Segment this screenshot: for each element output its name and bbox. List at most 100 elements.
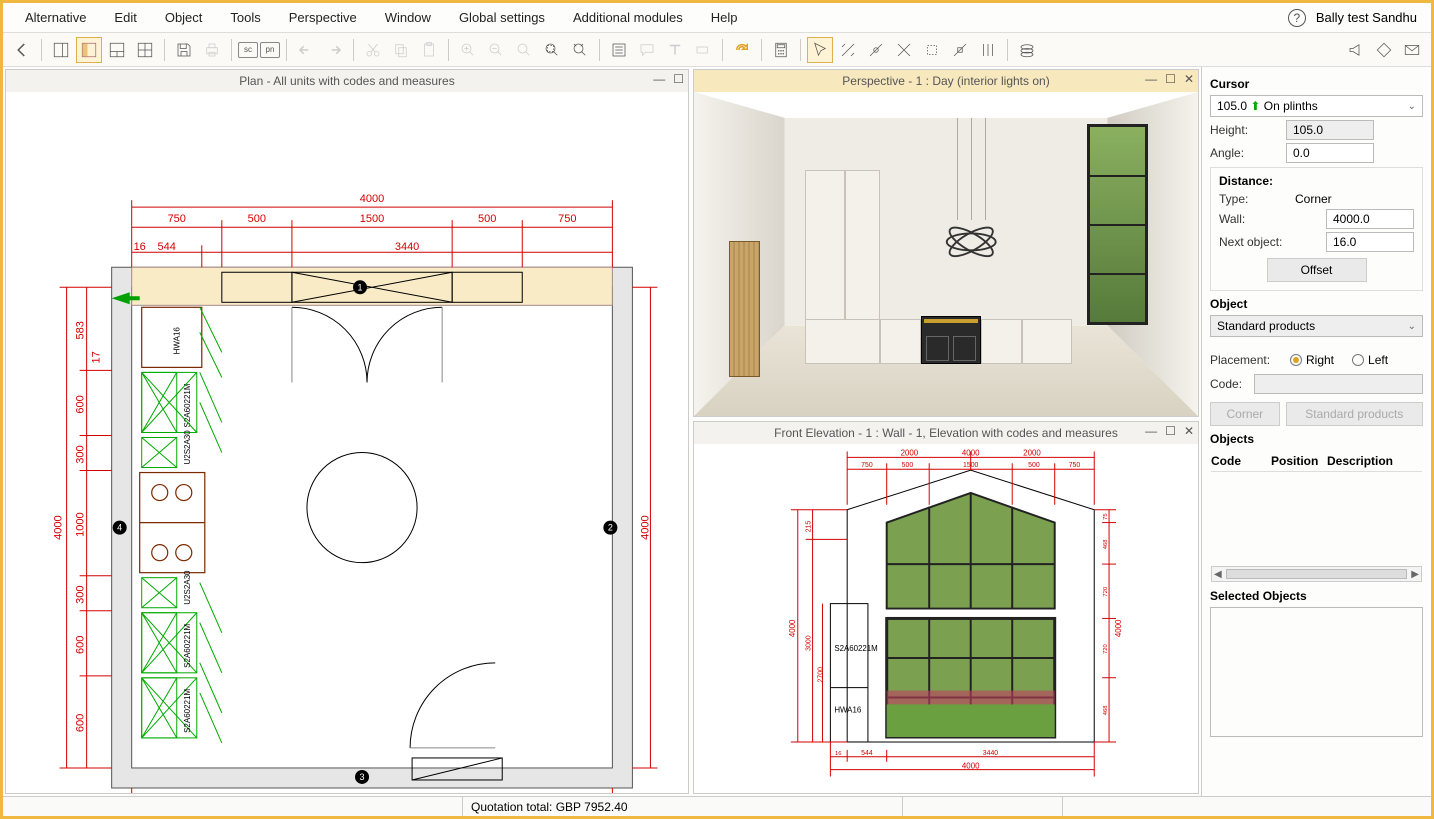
- back-icon[interactable]: [9, 37, 35, 63]
- wall-input[interactable]: [1326, 209, 1414, 229]
- elevation-viewport[interactable]: S2A60221M HWA16 2000 2000 4: [694, 444, 1198, 793]
- menu-object[interactable]: Object: [151, 10, 217, 25]
- sc-tag-icon[interactable]: sc: [238, 42, 258, 58]
- menu-window[interactable]: Window: [371, 10, 445, 25]
- calculator-icon[interactable]: [768, 37, 794, 63]
- plan-panel: Plan - All units with codes and measures…: [5, 69, 689, 794]
- view-1-icon[interactable]: [48, 37, 74, 63]
- view-3-icon[interactable]: [104, 37, 130, 63]
- tag-icon[interactable]: [1371, 37, 1397, 63]
- minimize-icon[interactable]: —: [1145, 72, 1157, 86]
- svg-text:600: 600: [75, 395, 87, 413]
- cut-icon[interactable]: [360, 37, 386, 63]
- mail-icon[interactable]: [1399, 37, 1425, 63]
- selected-objects-box[interactable]: [1210, 607, 1423, 737]
- code-input[interactable]: [1254, 374, 1423, 394]
- minimize-icon[interactable]: —: [1145, 424, 1157, 438]
- view-2-icon[interactable]: [76, 37, 102, 63]
- snap-5-icon[interactable]: [947, 37, 973, 63]
- status-cell-4: [1063, 797, 1431, 816]
- svg-text:500: 500: [478, 213, 496, 225]
- plan-panel-title[interactable]: Plan - All units with codes and measures…: [6, 70, 688, 92]
- text-icon[interactable]: [662, 37, 688, 63]
- menu-perspective[interactable]: Perspective: [275, 10, 371, 25]
- maximize-icon[interactable]: ☐: [673, 72, 684, 86]
- menu-edit[interactable]: Edit: [100, 10, 150, 25]
- perspective-viewport[interactable]: [694, 92, 1198, 416]
- standard-products-button[interactable]: Standard products: [1286, 402, 1423, 426]
- svg-text:4000: 4000: [639, 515, 651, 539]
- maximize-icon[interactable]: ☐: [1165, 72, 1176, 86]
- snap-2-icon[interactable]: [863, 37, 889, 63]
- copy-icon[interactable]: [388, 37, 414, 63]
- col-position[interactable]: Position: [1271, 454, 1327, 468]
- save-icon[interactable]: [171, 37, 197, 63]
- menu-tools[interactable]: Tools: [216, 10, 274, 25]
- plan-viewport[interactable]: 1 HWA16 S2A60221M U2S2A3: [6, 92, 688, 793]
- menu-help[interactable]: Help: [697, 10, 752, 25]
- objects-table-body[interactable]: [1211, 472, 1422, 562]
- elevation-panel-title[interactable]: Front Elevation - 1 : Wall - 1, Elevatio…: [694, 422, 1198, 444]
- view-4-icon[interactable]: [132, 37, 158, 63]
- height-label: Height:: [1210, 123, 1280, 137]
- col-description[interactable]: Description: [1327, 454, 1393, 468]
- cursor-height-select[interactable]: 105.0 ⬆ On plinths ⌄: [1210, 95, 1423, 117]
- perspective-panel-title[interactable]: Perspective - 1 : Day (interior lights o…: [694, 70, 1198, 92]
- label-icon[interactable]: [690, 37, 716, 63]
- snap-3-icon[interactable]: [891, 37, 917, 63]
- object-select[interactable]: Standard products⌄: [1210, 315, 1423, 337]
- objects-hscrollbar[interactable]: ◀▶: [1211, 566, 1422, 582]
- undo-icon[interactable]: [293, 37, 319, 63]
- menu-alternative[interactable]: Alternative: [11, 10, 100, 25]
- perspective-title-text: Perspective - 1 : Day (interior lights o…: [842, 74, 1049, 88]
- zoom-out-icon[interactable]: [483, 37, 509, 63]
- object-heading: Object: [1210, 297, 1423, 311]
- redo-icon[interactable]: [321, 37, 347, 63]
- paste-icon[interactable]: [416, 37, 442, 63]
- svg-text:4000: 4000: [962, 762, 980, 771]
- next-object-input[interactable]: [1326, 232, 1414, 252]
- placement-left-radio[interactable]: [1352, 354, 1364, 366]
- layers-icon[interactable]: [1014, 37, 1040, 63]
- zoom-in-icon[interactable]: [455, 37, 481, 63]
- snap-6-icon[interactable]: [975, 37, 1001, 63]
- note-icon[interactable]: [634, 37, 660, 63]
- col-code[interactable]: Code: [1211, 454, 1271, 468]
- snap-4-icon[interactable]: [919, 37, 945, 63]
- zoom-fit-icon[interactable]: [511, 37, 537, 63]
- minimize-icon[interactable]: —: [653, 72, 665, 86]
- svg-text:560: 560: [158, 792, 176, 793]
- corner-button[interactable]: Corner: [1210, 402, 1280, 426]
- close-icon[interactable]: ✕: [1184, 72, 1194, 86]
- snap-1-icon[interactable]: [835, 37, 861, 63]
- menu-global-settings[interactable]: Global settings: [445, 10, 559, 25]
- print-icon[interactable]: [199, 37, 225, 63]
- maximize-icon[interactable]: ☐: [1165, 424, 1176, 438]
- angle-input[interactable]: [1286, 143, 1374, 163]
- cursor-icon[interactable]: [807, 37, 833, 63]
- svg-text:17: 17: [91, 351, 103, 363]
- height-input[interactable]: [1286, 120, 1374, 140]
- svg-text:HWA16: HWA16: [834, 705, 862, 714]
- svg-text:583: 583: [75, 321, 87, 339]
- offset-button[interactable]: Offset: [1267, 258, 1367, 282]
- svg-text:HWA16: HWA16: [173, 327, 182, 355]
- menu-additional-modules[interactable]: Additional modules: [559, 10, 697, 25]
- refresh-icon[interactable]: [729, 37, 755, 63]
- pn-tag-icon[interactable]: pn: [260, 42, 280, 58]
- zoom-area-icon[interactable]: [539, 37, 565, 63]
- help-icon[interactable]: ?: [1288, 9, 1306, 27]
- elevation-title-text: Front Elevation - 1 : Wall - 1, Elevatio…: [774, 426, 1118, 440]
- status-bar: Quotation total: GBP 7952.40: [3, 796, 1431, 816]
- svg-text:720: 720: [1103, 586, 1109, 597]
- svg-text:3440: 3440: [395, 792, 419, 793]
- toolbar: sc pn: [3, 33, 1431, 67]
- announce-icon[interactable]: [1343, 37, 1369, 63]
- close-icon[interactable]: ✕: [1184, 424, 1194, 438]
- svg-text:U2S2A30: U2S2A30: [183, 430, 192, 465]
- svg-text:468: 468: [1103, 705, 1109, 716]
- zoom-extents-icon[interactable]: [567, 37, 593, 63]
- placement-right-radio[interactable]: [1290, 354, 1302, 366]
- list-icon[interactable]: [606, 37, 632, 63]
- svg-text:1500: 1500: [360, 213, 384, 225]
